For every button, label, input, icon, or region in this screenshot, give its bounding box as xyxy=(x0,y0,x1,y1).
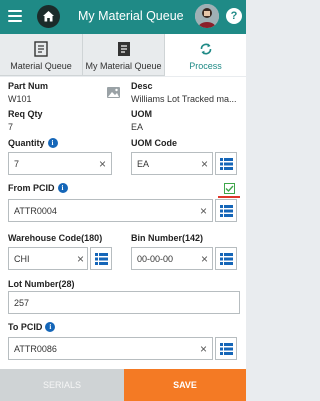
document-icon xyxy=(34,41,48,57)
checkbox-underline xyxy=(218,196,240,198)
to-pcid-value: ATTR0086 xyxy=(14,344,57,354)
bin-list-button[interactable] xyxy=(215,247,237,270)
tab-my-material-queue[interactable]: My Material Queue xyxy=(83,34,165,76)
image-icon[interactable] xyxy=(107,87,120,98)
bin-number-field[interactable]: 00-00-00 × xyxy=(131,247,213,270)
uom-code-label: UOM Code xyxy=(131,138,177,148)
uom-label: UOM xyxy=(131,109,152,119)
serials-button[interactable]: SERIALS xyxy=(0,369,124,401)
lot-number-value: 257 xyxy=(14,298,30,308)
warehouse-list-button[interactable] xyxy=(90,247,112,270)
bin-number-value: 00-00-00 xyxy=(137,254,174,264)
home-button[interactable] xyxy=(37,5,60,28)
document-filled-icon xyxy=(117,42,130,56)
list-icon xyxy=(220,253,233,265)
tab-material-queue[interactable]: Material Queue xyxy=(0,34,83,76)
req-qty-label: Req Qty xyxy=(8,109,43,119)
info-icon[interactable]: i xyxy=(45,322,56,332)
from-pcid-label: From PCID i xyxy=(8,183,68,193)
clear-icon[interactable]: × xyxy=(200,342,207,356)
action-bar: SERIALS SAVE xyxy=(0,369,246,401)
tab-label: My Material Queue xyxy=(85,61,162,71)
list-icon xyxy=(220,205,233,217)
warehouse-code-label: Warehouse Code(180) xyxy=(8,233,103,243)
part-num-value: W101 xyxy=(8,94,32,104)
info-icon[interactable]: i xyxy=(57,183,68,193)
list-icon xyxy=(95,253,108,265)
uom-code-value: EA xyxy=(137,159,150,169)
to-pcid-label: To PCID i xyxy=(8,322,56,332)
quantity-label: Quantity i xyxy=(8,138,58,148)
tab-bar: Material Queue My Material Queue Process xyxy=(0,34,246,76)
tab-process[interactable]: Process xyxy=(165,34,246,76)
info-icon[interactable]: i xyxy=(47,138,58,148)
help-icon[interactable]: ? xyxy=(226,8,242,24)
from-pcid-field[interactable]: ATTR0004 × xyxy=(8,199,213,222)
sync-icon xyxy=(200,43,211,55)
from-pcid-list-button[interactable] xyxy=(215,199,237,222)
home-icon xyxy=(43,11,54,22)
desc-value: Williams Lot Tracked ma... xyxy=(131,94,237,104)
clear-icon[interactable]: × xyxy=(200,204,207,218)
lot-number-label: Lot Number(28) xyxy=(8,279,75,289)
tab-label: Material Queue xyxy=(10,61,72,71)
bin-number-label: Bin Number(142) xyxy=(131,233,204,243)
quantity-field[interactable]: 7 × xyxy=(8,152,112,175)
lot-number-field[interactable]: 257 xyxy=(8,291,240,314)
warehouse-code-field[interactable]: CHI × xyxy=(8,247,88,270)
list-icon xyxy=(220,158,233,170)
clear-icon[interactable]: × xyxy=(77,252,84,266)
menu-icon[interactable] xyxy=(8,10,22,22)
clear-icon[interactable]: × xyxy=(201,252,208,266)
uom-code-field[interactable]: EA × xyxy=(131,152,213,175)
from-pcid-value: ATTR0004 xyxy=(14,206,57,216)
app-header: My Material Queue ? xyxy=(0,0,246,34)
warehouse-code-value: CHI xyxy=(14,254,30,264)
checkbox-icon[interactable] xyxy=(224,183,235,194)
desc-label: Desc xyxy=(131,81,153,91)
page-title: My Material Queue xyxy=(78,9,184,23)
avatar[interactable] xyxy=(195,4,219,28)
clear-icon[interactable]: × xyxy=(99,157,106,171)
req-qty-value: 7 xyxy=(8,122,14,132)
tab-label: Process xyxy=(189,61,222,71)
part-num-label: Part Num xyxy=(8,81,49,91)
clear-icon[interactable]: × xyxy=(201,157,208,171)
uom-code-list-button[interactable] xyxy=(215,152,237,175)
to-pcid-field[interactable]: ATTR0086 × xyxy=(8,337,213,360)
list-icon xyxy=(220,343,233,355)
process-form: Part Num W101 Desc Williams Lot Tracked … xyxy=(0,77,246,369)
save-button[interactable]: SAVE xyxy=(124,369,246,401)
to-pcid-list-button[interactable] xyxy=(215,337,237,360)
quantity-value: 7 xyxy=(14,159,20,169)
uom-value: EA xyxy=(131,122,144,132)
